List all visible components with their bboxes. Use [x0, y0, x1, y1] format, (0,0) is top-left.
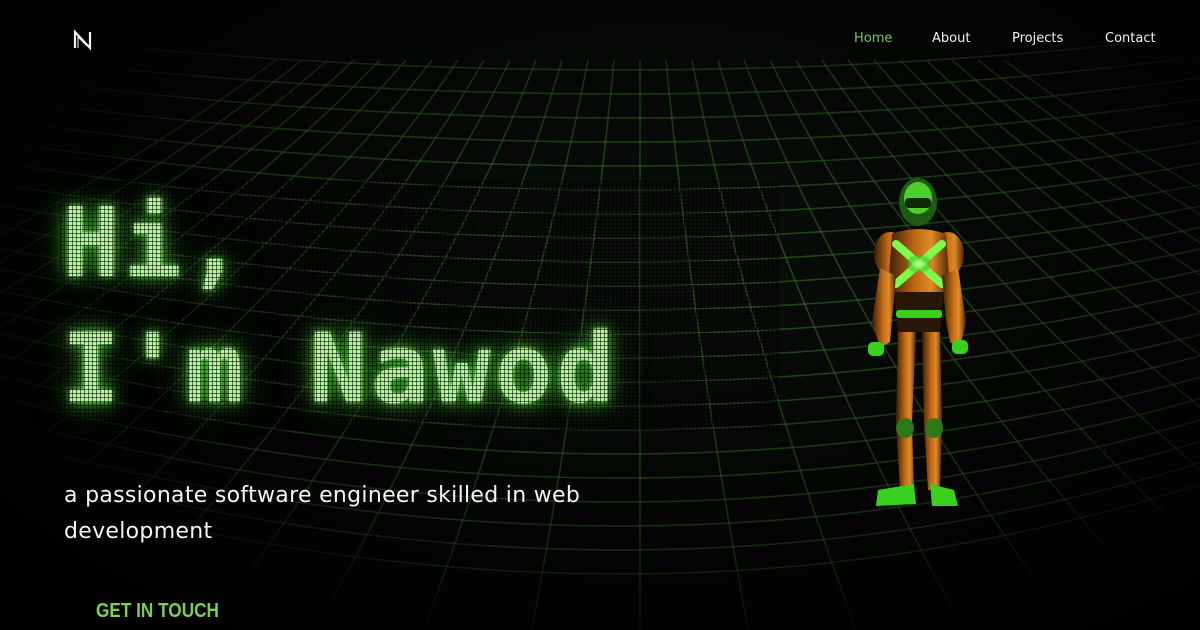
nav-link-contact[interactable]: Contact [1105, 31, 1156, 46]
hero-heading-line-2: I'm Nawod [62, 313, 619, 425]
get-in-touch-button[interactable]: GET IN TOUCH [96, 600, 219, 623]
top-navbar: Home About Projects Contact [0, 0, 1200, 80]
hero-subtitle: a passionate software engineer skilled i… [64, 483, 581, 544]
hero-heading-line-1: Hi, [62, 187, 248, 299]
nav-link-projects[interactable]: Projects [1012, 31, 1063, 46]
portfolio-page: Home About Projects Contact Hi, I'm Nawo… [0, 0, 1200, 630]
hero-heading: Hi, I'm Nawod [62, 180, 822, 432]
grid-vertical-line [1003, 59, 1200, 191]
nav-link-home[interactable]: Home [854, 31, 892, 46]
n-logo-icon[interactable] [72, 29, 94, 51]
armored-robot-icon [868, 178, 968, 506]
nav-link-about[interactable]: About [932, 31, 970, 46]
